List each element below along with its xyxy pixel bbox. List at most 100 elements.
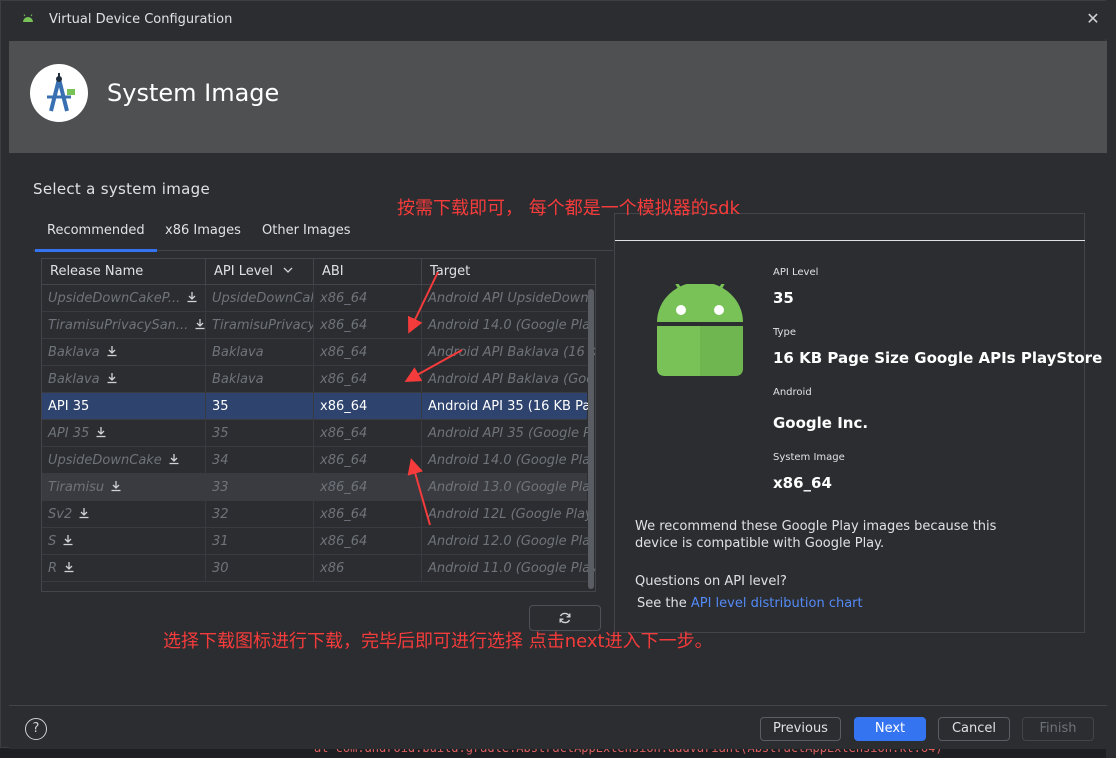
download-icon[interactable] xyxy=(95,426,107,438)
download-icon[interactable] xyxy=(186,291,198,303)
help-button[interactable]: ? xyxy=(25,718,47,740)
cell-release-name-text: API 35 xyxy=(48,399,90,414)
cell-release-name-text: Tiramisu xyxy=(48,480,105,495)
table-row[interactable]: API 35 35 x86_64 Android API 35 (Google P xyxy=(42,420,591,447)
download-icon[interactable] xyxy=(62,534,74,546)
table-row[interactable]: Baklava Baklava x86_64 Android API Baklava … xyxy=(42,366,594,393)
column-api-level-label: API Level xyxy=(214,264,274,279)
download-icon[interactable] xyxy=(110,480,122,492)
cell-abi: x86_64 xyxy=(314,474,422,501)
cell-target-text: Android API 35 (Google P xyxy=(428,426,591,441)
title-bar: Virtual Device Configuration ✕ xyxy=(1,1,1107,39)
cell-release-name: Baklava xyxy=(42,339,206,366)
cell-api-level-text: 34 xyxy=(212,453,229,468)
cell-api-level-text: 30 xyxy=(212,561,229,576)
scroll-thumb[interactable] xyxy=(588,289,594,589)
api-distribution-link[interactable]: API level distribution chart xyxy=(691,596,863,611)
table-row[interactable]: UpsideDownCake 34 x86_64 Android 14.0 (Goog… xyxy=(42,447,591,474)
table-row[interactable]: API 35 35 x86_64 Android API 35 (16 KB Pa xyxy=(42,393,590,420)
download-icon[interactable] xyxy=(194,318,206,330)
cell-target: Android 12.0 (Google Pla xyxy=(422,528,595,555)
cell-target: Android API Baklava (16 K xyxy=(422,339,595,366)
column-release-name[interactable]: Release Name xyxy=(42,259,206,285)
cell-api-level-text: 33 xyxy=(212,480,229,495)
close-icon[interactable]: ✕ xyxy=(1084,10,1102,28)
wizard-header: System Image xyxy=(9,41,1107,153)
cell-target-text: Android 14.0 (Google Pla xyxy=(428,453,591,468)
table-row[interactable]: S 31 x86_64 Android 12.0 (Google Pla xyxy=(42,528,590,555)
system-image-label: System Image xyxy=(773,452,845,463)
section-title: Select a system image xyxy=(33,180,211,198)
cell-abi-text: x86_64 xyxy=(320,318,368,333)
cell-abi: x86_64 xyxy=(314,447,422,474)
cell-release-name: UpsideDownCake xyxy=(42,447,206,474)
column-target[interactable]: Target xyxy=(422,259,595,285)
cell-release-name-text: UpsideDownCakeP... xyxy=(48,291,181,306)
column-api-level[interactable]: API Level xyxy=(206,259,314,285)
cell-abi: x86_64 xyxy=(314,285,422,312)
image-details-panel: API Level 35 Type 16 KB Page Size Google… xyxy=(614,213,1102,633)
cell-api-level: Baklava xyxy=(206,339,314,366)
annotation-top: 按需下载即可， 每个都是一个模拟器的sdk xyxy=(397,198,740,219)
download-icon[interactable] xyxy=(78,507,90,519)
cell-target-text: Android 13.0 (Google Pla xyxy=(428,480,591,495)
cell-target-text: Android API UpsideDown xyxy=(428,291,589,306)
previous-button[interactable]: Previous xyxy=(760,717,841,741)
next-button[interactable]: Next xyxy=(854,717,926,741)
cell-abi-text: x86_64 xyxy=(320,480,368,495)
table-row[interactable]: R 30 x86 Android 11.0 (Google Play xyxy=(42,555,595,582)
download-icon[interactable] xyxy=(63,561,75,573)
download-icon[interactable] xyxy=(168,453,180,465)
cell-abi-text: x86_64 xyxy=(320,345,368,360)
cell-release-name-text: Baklava xyxy=(48,372,100,387)
window-title: Virtual Device Configuration xyxy=(49,12,233,27)
system-image-value: x86_64 xyxy=(773,474,832,492)
cell-release-name-text: API 35 xyxy=(48,426,90,441)
cell-release-name-text: Baklava xyxy=(48,345,100,360)
cell-release-name-text: R xyxy=(48,561,58,576)
cell-target-text: Android 11.0 (Google Play xyxy=(428,561,596,576)
cell-api-level-text: 32 xyxy=(212,507,229,522)
table-row[interactable]: TiramisuPrivacySan... TiramisuPrivacyS x86… xyxy=(42,312,590,339)
api-chart-line: See the API level distribution chart xyxy=(637,596,863,611)
cell-abi-text: x86 xyxy=(320,561,345,576)
cell-api-level: 31 xyxy=(206,528,314,555)
cell-api-level: UpsideDownCak xyxy=(206,285,314,312)
finish-button[interactable]: Finish xyxy=(1022,717,1094,741)
cell-target-text: Android 14.0 (Google Pla xyxy=(428,318,591,333)
table-row[interactable]: Sv2 32 x86_64 Android 12L (Google Play xyxy=(42,501,593,528)
cell-api-level-text: 35 xyxy=(212,426,229,441)
cell-api-level: 33 xyxy=(206,474,314,501)
api-level-value: 35 xyxy=(773,289,794,307)
table-body: UpsideDownCakeP... UpsideDownCak x86_64 And… xyxy=(42,285,595,582)
table-scrollbar[interactable] xyxy=(587,285,595,591)
cell-abi-text: x86_64 xyxy=(320,291,368,306)
cell-abi: x86_64 xyxy=(314,420,422,447)
cell-abi: x86_64 xyxy=(314,339,422,366)
cell-release-name-text: Sv2 xyxy=(48,507,73,522)
cell-target: Android 13.0 (Google Pla xyxy=(422,474,595,501)
cell-abi-text: x86_64 xyxy=(320,372,368,387)
table-row[interactable]: UpsideDownCakeP... UpsideDownCak x86_64 And… xyxy=(42,285,589,312)
virtual-device-dialog: Virtual Device Configuration ✕ System Im… xyxy=(0,0,1107,749)
tab-x86-images[interactable]: x86 Images xyxy=(165,223,241,238)
cell-target: Android 14.0 (Google Pla xyxy=(422,312,595,339)
download-icon[interactable] xyxy=(106,372,118,384)
table-row[interactable]: Tiramisu 33 x86_64 Android 13.0 (Google Pla xyxy=(42,474,590,501)
download-icon[interactable] xyxy=(106,345,118,357)
cell-release-name-text: UpsideDownCake xyxy=(48,453,162,468)
see-prefix: See the xyxy=(637,596,691,611)
cell-api-level: Baklava xyxy=(206,366,314,393)
type-label: Type xyxy=(773,327,796,338)
cell-abi: x86_64 xyxy=(314,393,422,420)
cell-abi: x86_64 xyxy=(314,528,422,555)
cancel-button[interactable]: Cancel xyxy=(938,717,1010,741)
annotation-bottom: 选择下载图标进行下载，完毕后即可进行选择 点击next进入下一步。 xyxy=(163,631,713,652)
column-abi[interactable]: ABI xyxy=(314,259,422,285)
cell-api-level: 35 xyxy=(206,393,314,420)
tab-recommended[interactable]: Recommended xyxy=(35,223,157,252)
table-row[interactable]: Baklava Baklava x86_64 Android API Baklava … xyxy=(42,339,595,366)
cell-abi: x86 xyxy=(314,555,422,582)
tab-other-images[interactable]: Other Images xyxy=(262,223,351,238)
content-area: Select a system image Recommended x86 Im… xyxy=(9,153,1107,705)
